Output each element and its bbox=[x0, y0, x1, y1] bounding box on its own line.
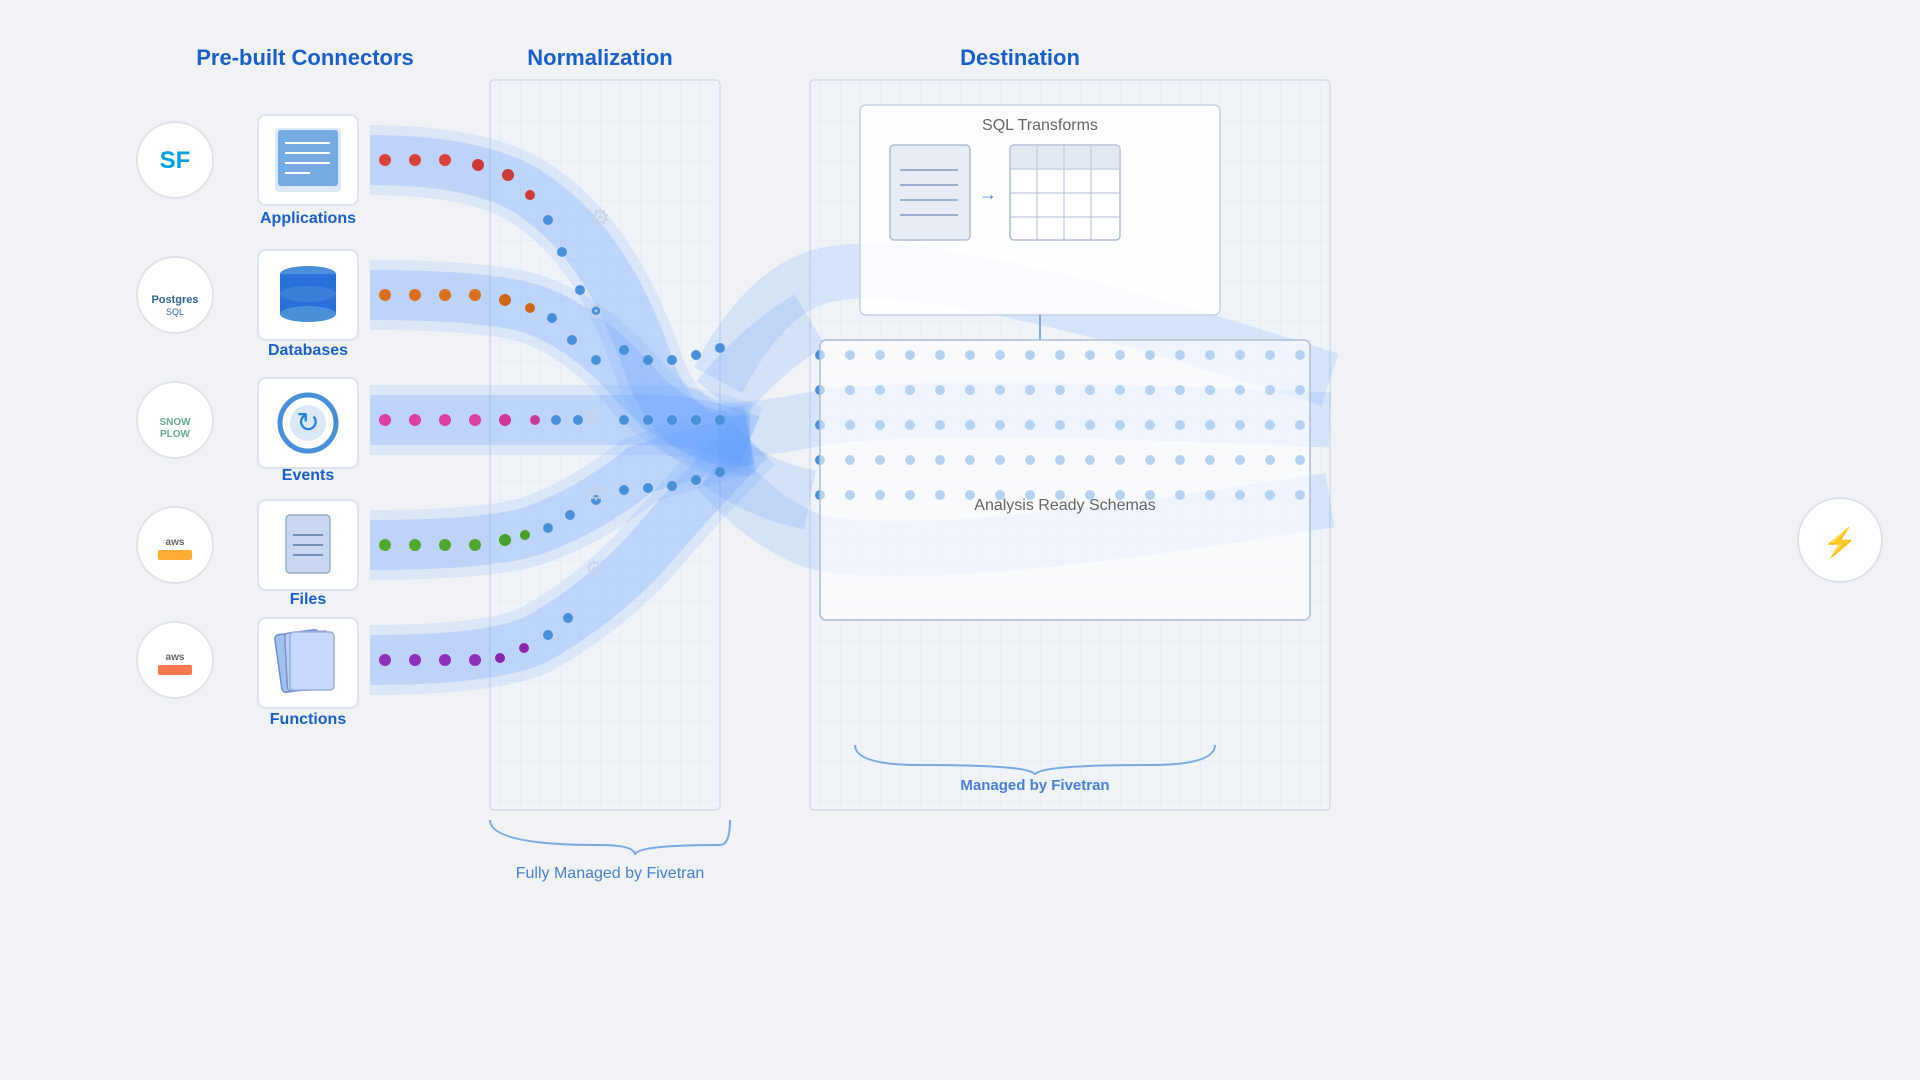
svg-text:⚙: ⚙ bbox=[581, 408, 599, 430]
svg-text:⚙: ⚙ bbox=[590, 205, 610, 230]
svg-text:Functions: Functions bbox=[270, 711, 347, 728]
svg-text:SQL Transforms: SQL Transforms bbox=[982, 117, 1098, 134]
svg-text:SF: SF bbox=[160, 147, 191, 174]
svg-text:Applications: Applications bbox=[260, 210, 356, 227]
svg-text:Analysis Ready Schemas: Analysis Ready Schemas bbox=[974, 497, 1155, 514]
normalization-header: Normalization bbox=[527, 45, 672, 70]
svg-text:⚙: ⚙ bbox=[587, 483, 605, 505]
svg-text:aws: aws bbox=[166, 652, 185, 663]
svg-text:PLOW: PLOW bbox=[160, 429, 191, 440]
svg-text:⚙: ⚙ bbox=[587, 301, 605, 323]
svg-text:Postgres: Postgres bbox=[151, 294, 198, 306]
svg-text:⚙: ⚙ bbox=[585, 558, 603, 580]
svg-text:Files: Files bbox=[290, 591, 327, 608]
connectors-header: Pre-built Connectors bbox=[196, 45, 414, 70]
svg-text:aws: aws bbox=[166, 537, 185, 548]
svg-text:↻: ↻ bbox=[296, 407, 319, 438]
main-container: Pre-built Connectors Normalization Desti… bbox=[0, 0, 1920, 1080]
svg-text:Fully Managed by Fivetran: Fully Managed by Fivetran bbox=[516, 865, 705, 882]
svg-text:Databases: Databases bbox=[268, 342, 348, 359]
destination-header: Destination bbox=[960, 45, 1080, 70]
svg-text:SQL: SQL bbox=[166, 307, 184, 317]
svg-text:Events: Events bbox=[282, 467, 335, 484]
svg-text:Managed by Fivetran: Managed by Fivetran bbox=[960, 777, 1109, 794]
svg-text:⚡: ⚡ bbox=[1823, 526, 1858, 559]
svg-text:→: → bbox=[979, 184, 997, 204]
svg-text:SNOW: SNOW bbox=[159, 417, 191, 428]
